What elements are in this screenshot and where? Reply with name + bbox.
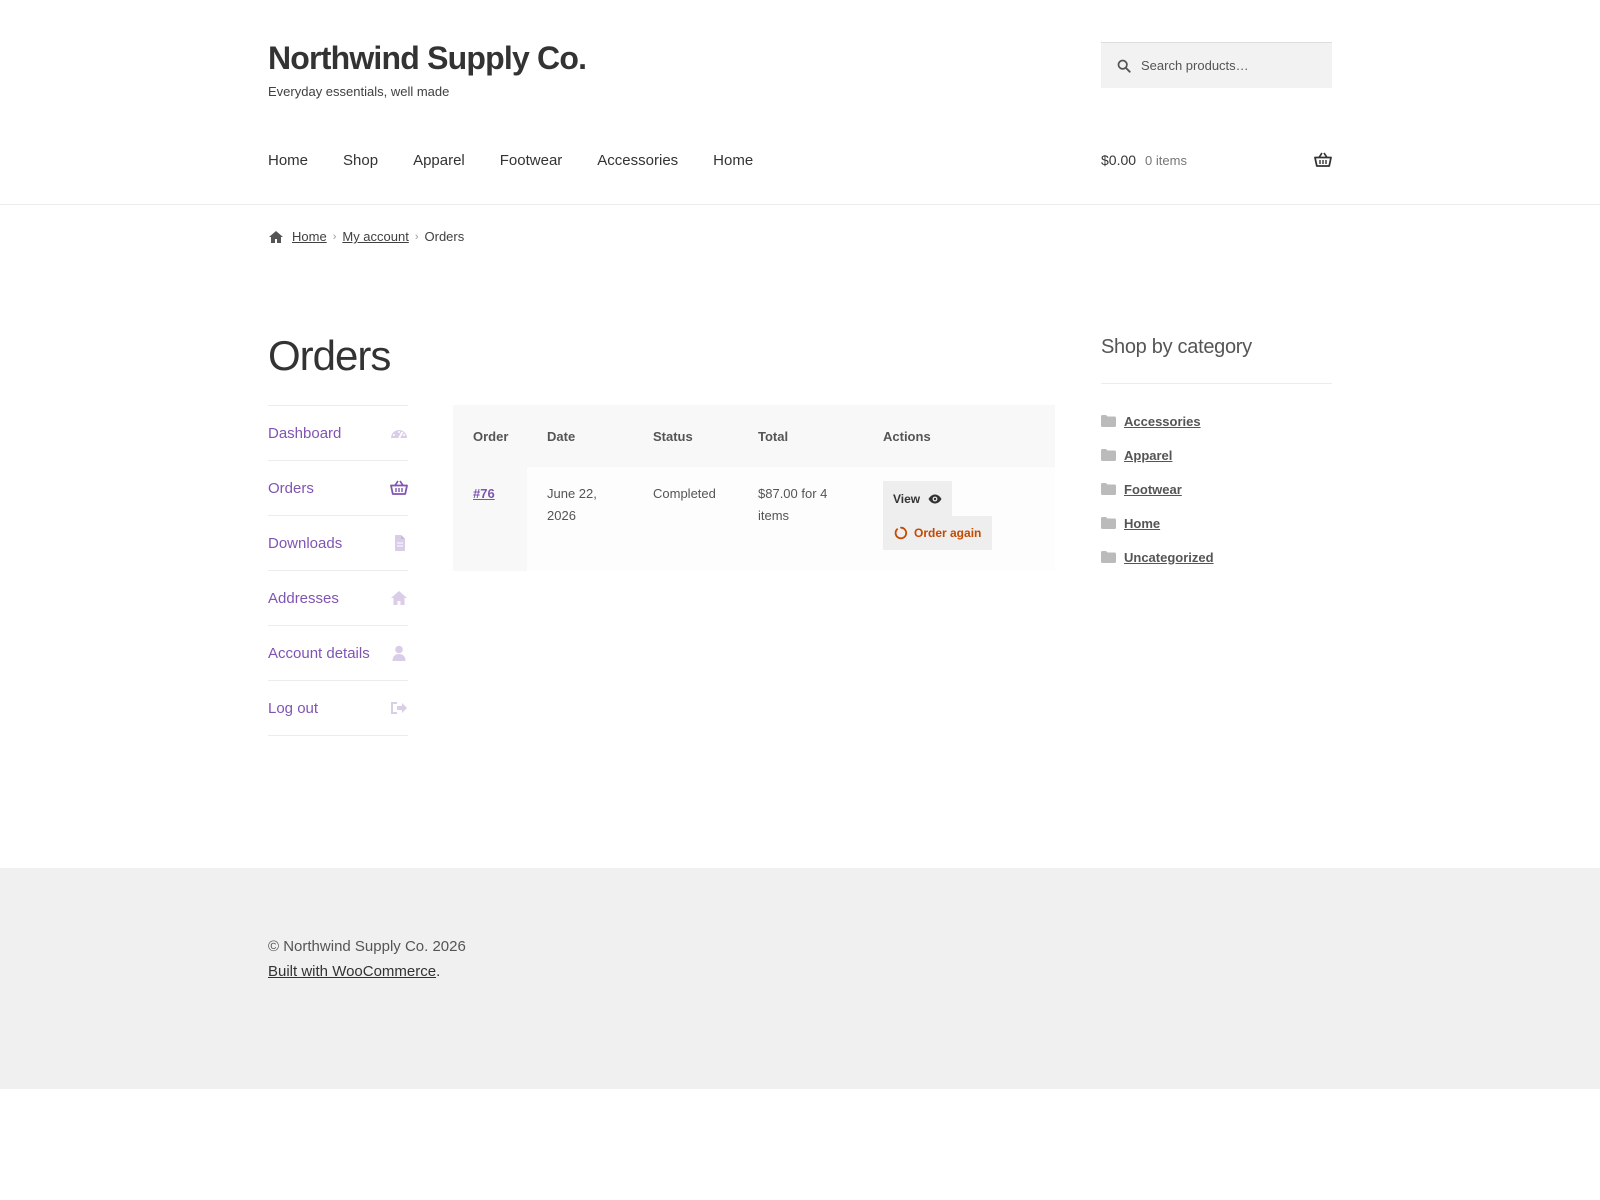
header-cart[interactable]: $0.00 0 items (1101, 152, 1332, 168)
chevron-right-icon: › (414, 230, 419, 243)
table-row: #76 June 22, 2026 Completed $87.00 for 4… (453, 467, 1055, 571)
account-nav-addresses[interactable]: Addresses (268, 571, 408, 626)
account-nav-label: Account details (268, 644, 370, 662)
table-header-row: Order Date Status Total Actions (453, 405, 1055, 467)
category-link-accessories[interactable]: Accessories (1124, 414, 1201, 429)
basket-icon (390, 480, 408, 495)
breadcrumb: Home › My account › Orders (268, 229, 464, 244)
search-input[interactable] (1141, 58, 1321, 73)
woocommerce-link[interactable]: Built with WooCommerce (268, 963, 436, 980)
list-item: Apparel (1101, 438, 1214, 472)
site-title[interactable]: Northwind Supply Co. (268, 40, 587, 77)
column-header-date: Date (527, 405, 633, 467)
orders-table: Order Date Status Total Actions #76 June… (453, 405, 1055, 571)
view-button-label: View (893, 491, 921, 506)
category-list: Accessories Apparel Footwear Home Uncate… (1101, 404, 1214, 574)
category-link-footwear[interactable]: Footwear (1124, 482, 1182, 497)
breadcrumb-home[interactable]: Home (292, 229, 327, 244)
account-nav-label: Downloads (268, 534, 343, 552)
account-nav-downloads[interactable]: Downloads (268, 516, 408, 571)
nav-item-footwear[interactable]: Footwear (500, 152, 563, 169)
account-nav-orders[interactable]: Orders (268, 461, 408, 516)
column-header-status: Status (633, 405, 738, 467)
breadcrumb-current: Orders (424, 229, 465, 244)
site-tagline: Everyday essentials, well made (268, 84, 450, 99)
search-icon (1117, 59, 1131, 73)
nav-item-accessories[interactable]: Accessories (597, 152, 678, 169)
folder-icon (1101, 415, 1116, 427)
column-header-order: Order (453, 405, 527, 467)
order-again-button[interactable]: Order again (883, 516, 993, 550)
folder-icon (1101, 517, 1116, 529)
account-nav-account-details[interactable]: Account details (268, 626, 408, 681)
site-header: Northwind Supply Co. Everyday essentials… (0, 0, 1600, 205)
user-icon (392, 645, 406, 661)
cart-amount: $0.00 (1101, 152, 1137, 168)
category-link-uncategorized[interactable]: Uncategorized (1124, 550, 1214, 565)
folder-icon (1101, 551, 1116, 563)
footer-credit-suffix: . (436, 963, 441, 980)
page-title: Orders (268, 332, 391, 379)
refresh-icon (894, 526, 908, 540)
breadcrumb-my-account[interactable]: My account (342, 229, 408, 244)
account-nav-dashboard[interactable]: Dashboard (268, 406, 408, 461)
folder-icon (1101, 449, 1116, 461)
footer-copyright: © Northwind Supply Co. 2026 (268, 938, 466, 955)
basket-icon (1314, 152, 1332, 167)
account-nav-log-out[interactable]: Log out (268, 681, 408, 736)
site-footer: © Northwind Supply Co. 2026 Built with W… (0, 868, 1600, 1089)
account-nav-label: Dashboard (268, 424, 342, 442)
chevron-right-icon: › (332, 230, 337, 243)
nav-item-home[interactable]: Home (268, 152, 308, 169)
account-navigation: Dashboard Orders Downloads Addresses Acc… (268, 405, 408, 736)
order-again-label: Order again (914, 526, 982, 540)
list-item: Footwear (1101, 472, 1214, 506)
order-date: June 22, 2026 (527, 467, 633, 571)
list-item: Uncategorized (1101, 540, 1214, 574)
dashboard-icon (391, 430, 407, 439)
list-item: Home (1101, 506, 1214, 540)
list-item: Accessories (1101, 404, 1214, 438)
logout-icon (391, 702, 407, 714)
home-icon (269, 230, 283, 243)
footer-credit: Built with WooCommerce. (268, 963, 440, 980)
order-actions: View Order again (863, 467, 1055, 571)
order-number-cell: #76 (453, 467, 527, 571)
account-nav-label: Orders (268, 479, 314, 497)
nav-item-home-category[interactable]: Home (713, 152, 753, 169)
order-number-link[interactable]: #76 (473, 486, 495, 501)
eye-icon (928, 494, 942, 503)
file-icon (395, 535, 405, 551)
product-search[interactable] (1101, 42, 1332, 88)
account-nav-label: Log out (268, 699, 319, 717)
column-header-total: Total (738, 405, 863, 467)
nav-item-shop[interactable]: Shop (343, 152, 378, 169)
account-nav-label: Addresses (268, 589, 339, 607)
column-header-actions: Actions (863, 405, 1055, 467)
primary-navigation: Home Shop Apparel Footwear Accessories H… (268, 152, 788, 169)
widget-title: Shop by category (1101, 336, 1332, 384)
home-icon (391, 591, 407, 605)
order-total: $87.00 for 4 items (738, 467, 863, 571)
cart-count: 0 items (1145, 152, 1187, 168)
order-status: Completed (633, 467, 738, 571)
folder-icon (1101, 483, 1116, 495)
nav-item-apparel[interactable]: Apparel (413, 152, 465, 169)
view-order-button[interactable]: View (883, 481, 953, 516)
category-link-apparel[interactable]: Apparel (1124, 448, 1172, 463)
category-link-home[interactable]: Home (1124, 516, 1160, 531)
